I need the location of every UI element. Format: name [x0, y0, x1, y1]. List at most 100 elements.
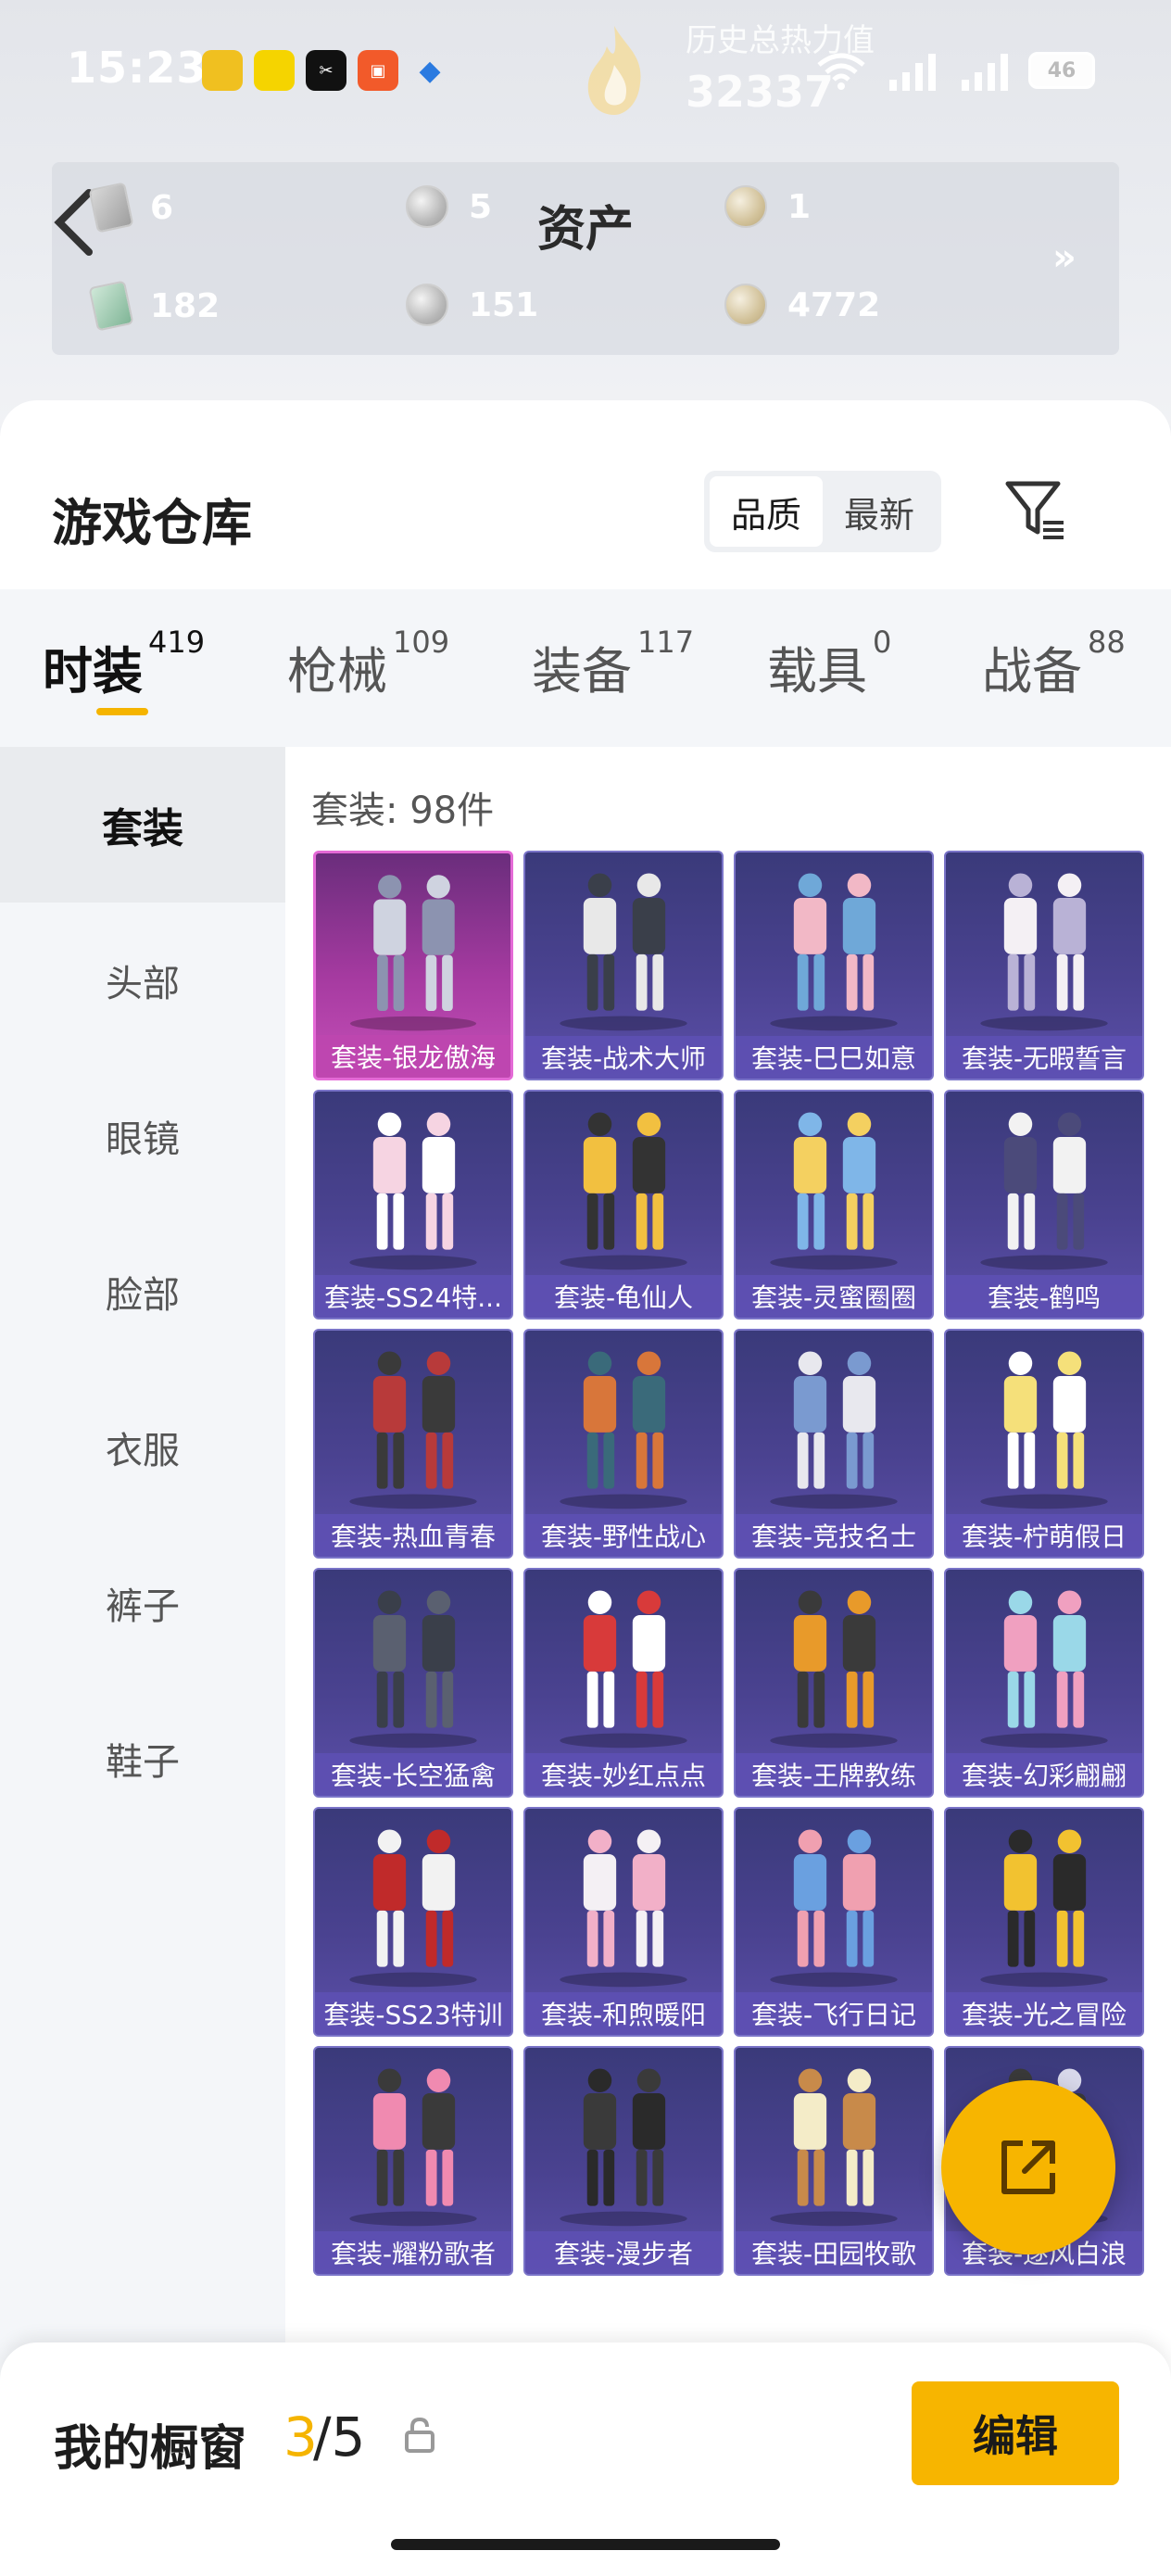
home-indicator: [391, 2539, 780, 2550]
asset-value: 5: [469, 187, 493, 226]
suit-item-label: 套装-战术大师: [525, 1036, 722, 1079]
suit-item-tile[interactable]: 套装-灵蜜圈圈: [734, 1090, 934, 1320]
suit-item-tile[interactable]: 套装-战术大师: [523, 851, 724, 1080]
silver-coin-icon: [406, 284, 448, 326]
showcase-label: 我的橱窗: [54, 2421, 247, 2477]
gray-card-icon: [88, 182, 134, 234]
suit-item-label: 套装-耀粉歌者: [315, 2231, 511, 2274]
suit-item-label: 套装-鹤鸣: [946, 1275, 1142, 1318]
outfit-image: [560, 1829, 687, 1988]
tab-label: 战备: [982, 642, 1082, 701]
sidebar-item-head[interactable]: 头部: [0, 903, 285, 1058]
suit-item-tile[interactable]: 套装-柠萌假日: [944, 1329, 1144, 1559]
tab-count: 117: [637, 625, 695, 660]
outfit-image: [349, 1590, 477, 1749]
suit-item-tile[interactable]: 套装-耀粉歌者: [313, 2046, 513, 2276]
sidebar-item-clothes[interactable]: 衣服: [0, 1370, 285, 1525]
tab-count: 88: [1088, 625, 1126, 660]
battery-icon: 46: [1028, 52, 1095, 89]
suit-item-label: 套装-长空猛禽: [315, 1753, 511, 1796]
suit-item-tile[interactable]: 套装-王牌教练: [734, 1568, 934, 1798]
outfit-image: [770, 2068, 898, 2227]
suit-item-label: 套装-巳巳如意: [736, 1036, 932, 1079]
suit-item-label: 套装-银龙傲海: [316, 1035, 510, 1078]
suit-item-tile[interactable]: 套装-野性战心: [523, 1329, 724, 1559]
suit-item-tile[interactable]: 套装-飞行日记: [734, 1807, 934, 2037]
sidebar-item-suit[interactable]: 套装: [0, 747, 285, 903]
gold-coin-icon: [724, 284, 767, 326]
suit-item-label: 套装-龟仙人: [525, 1275, 722, 1318]
tab-vehicles[interactable]: 载具 0: [767, 625, 891, 703]
tab-supplies[interactable]: 战备 88: [982, 625, 1126, 703]
tab-equipment[interactable]: 装备 117: [532, 625, 694, 703]
suit-item-tile[interactable]: 套装-竞技名士: [734, 1329, 934, 1559]
asset-item: 6: [88, 182, 174, 234]
tab-label: 载具: [767, 642, 867, 701]
suit-item-label: 套装-和煦暖阳: [525, 1992, 722, 2035]
suit-item-tile[interactable]: 套装-妙红点点: [523, 1568, 724, 1798]
sidebar-item-face[interactable]: 脸部: [0, 1214, 285, 1370]
suit-item-label: 套装-漫步者: [525, 2231, 722, 2274]
tab-count: 0: [873, 625, 892, 660]
outfit-image: [349, 875, 477, 1031]
filter-icon[interactable]: [1002, 476, 1067, 541]
tab-label: 枪械: [287, 642, 387, 701]
suit-item-tile[interactable]: 套装-鹤鸣: [944, 1090, 1144, 1320]
suit-item-label: 套装-飞行日记: [736, 1992, 932, 2035]
suit-item-label: 套装-妙红点点: [525, 1753, 722, 1796]
sort-toggle: 品质 最新: [704, 471, 941, 552]
outfit-image: [770, 873, 898, 1031]
edit-button[interactable]: 编辑: [912, 2381, 1119, 2485]
suit-item-label: 套装-柠萌假日: [946, 1514, 1142, 1557]
app-icon-5: ◆: [419, 54, 441, 87]
sidebar-item-glasses[interactable]: 眼镜: [0, 1058, 285, 1214]
outfit-image: [349, 1112, 477, 1270]
more-assets-icon[interactable]: »: [1052, 236, 1077, 279]
app-icon-4: ▣: [358, 50, 398, 91]
app-icon-1: [202, 50, 243, 91]
tab-fashion[interactable]: 时装 419: [43, 625, 205, 703]
suit-item-label: 套装-热血青春: [315, 1514, 511, 1557]
suit-item-tile[interactable]: 套装-龟仙人: [523, 1090, 724, 1320]
outfit-image: [560, 1351, 687, 1509]
suit-item-tile[interactable]: 套装-热血青春: [313, 1329, 513, 1559]
suit-item-tile[interactable]: 套装-长空猛禽: [313, 1568, 513, 1798]
sidebar: 套装 头部 眼镜 脸部 衣服 裤子 鞋子: [0, 747, 285, 2576]
outfit-image: [560, 1112, 687, 1270]
suit-item-tile[interactable]: 套装-巳巳如意: [734, 851, 934, 1080]
suit-item-label: 套装-光之冒险: [946, 1992, 1142, 2035]
sort-latest-button[interactable]: 最新: [823, 476, 936, 547]
suit-item-tile[interactable]: 套装-无暇誓言: [944, 851, 1144, 1080]
assets-title: 资产: [536, 202, 634, 258]
sidebar-item-pants[interactable]: 裤子: [0, 1525, 285, 1681]
suit-item-tile[interactable]: 套装-和煦暖阳: [523, 1807, 724, 2037]
signal-5g-icon-2: [962, 54, 1008, 91]
suit-item-tile[interactable]: 套装-SS23特训: [313, 1807, 513, 2037]
asset-value: 151: [469, 285, 539, 324]
system-icons: 46: [815, 50, 1095, 91]
outfit-image: [349, 1829, 477, 1988]
asset-item: 5: [406, 185, 492, 228]
suit-item-tile[interactable]: 套装-田园牧歌: [734, 2046, 934, 2276]
tab-count: 419: [148, 625, 206, 660]
capcut-icon: ✂: [306, 50, 346, 91]
outfit-image: [770, 1829, 898, 1988]
suit-item-tile[interactable]: 套装-SS24特...: [313, 1090, 513, 1320]
suit-item-tile[interactable]: 套装-银龙傲海: [313, 851, 513, 1080]
app-icon-2: [254, 50, 295, 91]
sidebar-item-shoes[interactable]: 鞋子: [0, 1681, 285, 1837]
suit-item-tile[interactable]: 套装-漫步者: [523, 2046, 724, 2276]
wifi-icon: [817, 53, 865, 90]
asset-value: 6: [150, 188, 174, 227]
tab-guns[interactable]: 枪械 109: [287, 625, 449, 703]
asset-value: 4772: [787, 285, 881, 324]
showcase-total: /5: [313, 2406, 366, 2469]
suit-item-label: 套装-王牌教练: [736, 1753, 932, 1796]
suit-item-tile[interactable]: 套装-光之冒险: [944, 1807, 1144, 2037]
outfit-image: [980, 1829, 1108, 1988]
suit-item-tile[interactable]: 套装-幻彩翩翩: [944, 1568, 1144, 1798]
page-title: 游戏仓库: [52, 494, 252, 552]
suit-item-label: 套装-竞技名士: [736, 1514, 932, 1557]
sort-quality-button[interactable]: 品质: [710, 476, 823, 547]
share-button[interactable]: [941, 2080, 1115, 2254]
